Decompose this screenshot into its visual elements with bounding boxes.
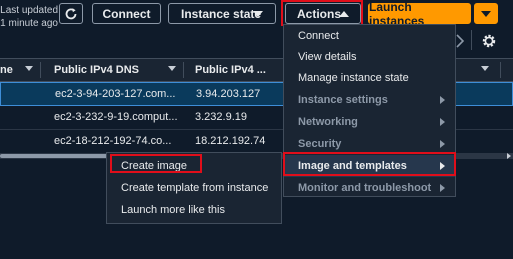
last-updated-line1: Last updated	[0, 5, 58, 16]
divider	[471, 30, 472, 50]
chevron-right-icon	[440, 184, 445, 192]
column-header-public-dns[interactable]: Public IPv4 DNS	[54, 59, 139, 81]
column-divider	[183, 62, 184, 78]
create-image-highlight-box	[110, 154, 202, 173]
menu-item-create-template[interactable]: Create template from instance	[107, 177, 281, 199]
menu-item-launch-more-like-this[interactable]: Launch more like this	[107, 199, 281, 221]
public-dns-cell: ec2-3-232-9-19.comput...	[54, 111, 178, 123]
sort-icon[interactable]	[25, 66, 33, 71]
menu-item-instance-settings[interactable]: Instance settings	[284, 89, 455, 111]
refresh-icon	[65, 7, 77, 19]
caret-down-icon	[253, 11, 263, 17]
menu-item-label: Monitor and troubleshoot	[298, 182, 432, 194]
menu-item-label: Manage instance state	[298, 72, 409, 84]
menu-item-connect[interactable]: Connect	[284, 25, 455, 47]
caret-down-icon	[481, 10, 491, 17]
public-ip-cell: 3.94.203.127	[196, 88, 261, 100]
menu-item-label: Connect	[298, 30, 339, 42]
sort-icon[interactable]	[168, 66, 176, 71]
refresh-button[interactable]	[59, 3, 83, 24]
next-page-button[interactable]	[456, 34, 465, 48]
menu-item-view-details[interactable]: View details	[284, 46, 455, 68]
column-header-name[interactable]: ne	[0, 59, 13, 81]
chevron-right-icon	[440, 96, 445, 104]
connect-label: Connect	[102, 6, 151, 21]
menu-item-manage-instance-state[interactable]: Manage instance state	[284, 67, 455, 89]
connect-button[interactable]: Connect	[92, 3, 161, 24]
column-divider	[500, 62, 501, 78]
launch-instances-button[interactable]: Launch instances	[368, 0, 471, 28]
column-divider	[40, 62, 41, 78]
last-updated-text: Last updated 1 minute ago	[0, 4, 58, 30]
chevron-right-icon	[440, 140, 445, 148]
instance-state-button[interactable]: Instance state	[168, 3, 276, 24]
public-ip-cell: 3.232.9.19	[195, 111, 247, 123]
menu-item-networking[interactable]: Networking	[284, 111, 455, 133]
public-ip-cell: 18.212.192.74	[195, 135, 266, 147]
image-templates-highlight-box	[283, 152, 456, 176]
public-dns-cell: ec2-3-94-203-127.com...	[55, 88, 176, 100]
scrollbar-thumb[interactable]	[0, 154, 120, 158]
menu-item-label: Security	[298, 138, 342, 150]
last-updated-line2: 1 minute ago	[0, 18, 58, 29]
column-header-public-ipv4[interactable]: Public IPv4 ...	[195, 59, 266, 81]
settings-button[interactable]	[481, 33, 497, 49]
menu-item-label: Instance settings	[298, 94, 388, 106]
chevron-right-icon	[456, 34, 465, 48]
scroll-right-arrow-icon[interactable]	[507, 153, 511, 159]
menu-item-monitor-and-troubleshoot[interactable]: Monitor and troubleshoot	[284, 177, 455, 199]
launch-instances-dropdown[interactable]	[474, 3, 498, 24]
menu-item-label: View details	[298, 51, 357, 63]
actions-highlight-box	[281, 0, 363, 26]
sort-icon[interactable]	[481, 66, 489, 71]
public-dns-cell: ec2-18-212-192-74.co...	[54, 135, 172, 147]
gear-icon	[482, 34, 496, 48]
chevron-right-icon	[440, 118, 445, 126]
menu-item-label: Networking	[298, 116, 358, 128]
instance-state-label: Instance state	[181, 6, 262, 21]
